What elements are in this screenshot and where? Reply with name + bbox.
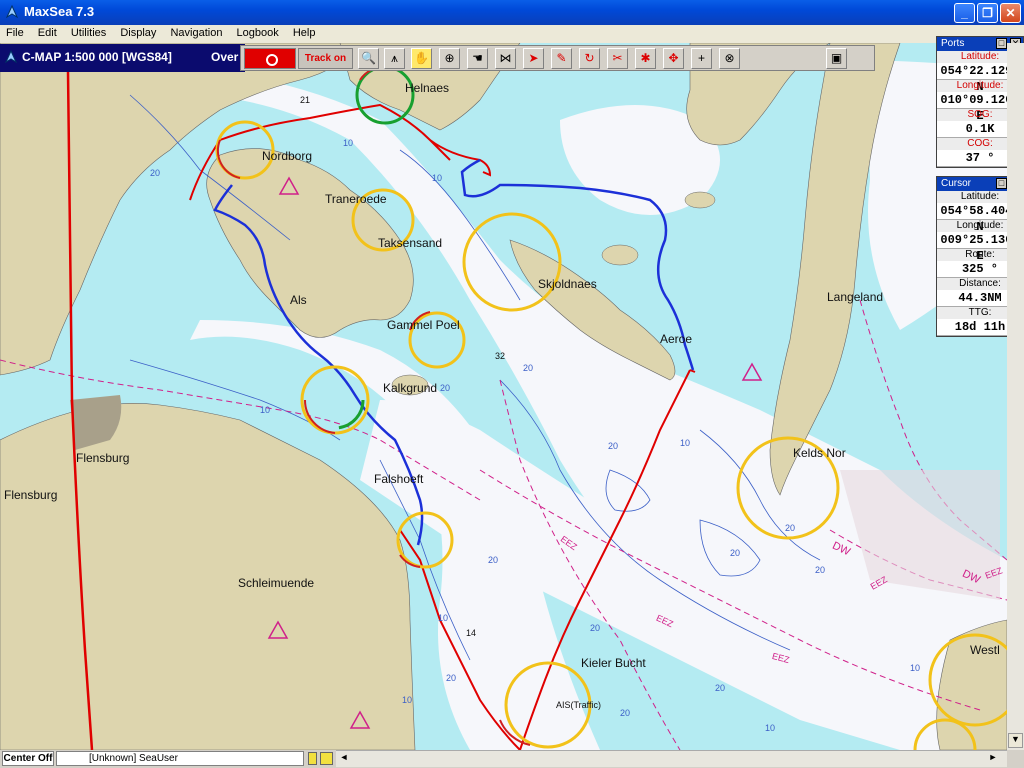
scroll-left-icon[interactable]: ◄ <box>337 752 351 766</box>
depth-sounding: 20 <box>815 565 826 575</box>
place-label: Skjoldnaes <box>538 277 597 291</box>
horizontal-scrollbar[interactable]: ◄ ► <box>336 750 1007 767</box>
depth-sounding: 10 <box>343 138 354 148</box>
pan-hand-icon[interactable]: ✋ <box>411 48 432 69</box>
menu-display[interactable]: Display <box>114 25 161 39</box>
scroll-down-icon[interactable]: ▼ <box>1008 733 1023 748</box>
mark-icon[interactable]: ✱ <box>635 48 656 69</box>
title-bar: MaxSea 7.3 _ ❐ ✕ <box>0 0 1024 25</box>
maxsea-app-icon <box>5 5 19 19</box>
place-label: Falshoeft <box>374 472 424 486</box>
plus-icon[interactable]: + <box>691 48 712 69</box>
menu-edit[interactable]: Edit <box>32 25 62 39</box>
menu-help[interactable]: Help <box>287 25 321 39</box>
depth-sounding: 10 <box>910 663 921 673</box>
chart-scale-label: C-MAP 1:500 000 [WGS84] <box>22 50 172 64</box>
pointer-icon[interactable]: ➤ <box>523 48 544 69</box>
chart-canvas[interactable] <box>0 43 1007 750</box>
menu-bar: File Edit Utilities Display Navigation L… <box>0 25 1024 43</box>
depth-sounding: 20 <box>730 548 741 558</box>
depth-sounding: 20 <box>150 168 161 178</box>
scroll-right-icon[interactable]: ► <box>986 752 1000 766</box>
place-label: Langeland <box>827 290 884 304</box>
place-label: Traneroede <box>325 192 387 206</box>
depth-sounding: 20 <box>446 673 457 683</box>
land-islet <box>684 191 716 209</box>
compass-icon[interactable]: ⩚ <box>384 48 405 69</box>
place-label: Schleimuende <box>238 576 315 590</box>
route-icon[interactable]: ⋈ <box>495 48 516 69</box>
target-icon[interactable]: ⊗ <box>719 48 740 69</box>
window-layout-icon[interactable]: ▣ <box>826 48 847 69</box>
center-off-button[interactable]: Center Off <box>2 751 54 766</box>
pencil-icon[interactable]: ✎ <box>551 48 572 69</box>
overlay-label: Over <box>211 50 239 64</box>
ais-target-label[interactable]: AIS(Traffic) <box>556 700 601 710</box>
depth-sounding: 10 <box>438 613 449 623</box>
panel-maximize-icon[interactable]: □ <box>996 38 1007 49</box>
minimize-button[interactable]: _ <box>954 3 975 23</box>
crosshair-icon[interactable]: ⊕ <box>439 48 460 69</box>
land-islet <box>601 244 639 266</box>
depth-sounding: 20 <box>715 683 726 693</box>
depth-sounding: 32 <box>495 351 506 361</box>
depth-sounding: 20 <box>785 523 796 533</box>
status-indicator-icon <box>308 752 317 765</box>
depth-sounding: 14 <box>466 628 477 638</box>
main-toolbar: Track on 🔍 ⩚ ✋ ⊕ ☚ ⋈ ➤ ✎ ↻ ✂ ✱ ✥ + ⊗ ▣ <box>240 45 875 71</box>
land-schleswig <box>0 403 416 750</box>
place-label: Flensburg <box>76 451 130 465</box>
depth-sounding: 10 <box>680 438 691 448</box>
hand-icon[interactable]: ☚ <box>467 48 488 69</box>
depth-sounding: 20 <box>608 441 619 451</box>
status-bar: Center Off [Unknown] SeaUser <box>0 750 336 768</box>
record-button[interactable] <box>244 48 296 69</box>
menu-navigation[interactable]: Navigation <box>164 25 227 39</box>
track-on-button[interactable]: Track on <box>298 48 353 69</box>
place-label: Westl <box>970 643 1000 657</box>
menu-utilities[interactable]: Utilities <box>65 25 111 39</box>
window-title: MaxSea 7.3 <box>24 4 95 19</box>
rotate-icon[interactable]: ↻ <box>579 48 600 69</box>
place-label: Als <box>290 293 307 307</box>
close-button[interactable]: ✕ <box>1000 3 1021 23</box>
depth-sounding: 10 <box>432 173 443 183</box>
cmap-icon <box>4 50 18 64</box>
vertical-scrollbar[interactable]: ▼ <box>1007 43 1024 750</box>
depth-sounding: 20 <box>620 708 631 718</box>
place-label: Taksensand <box>378 236 443 250</box>
depth-sounding: 20 <box>440 383 451 393</box>
panel-title: Ports <box>941 38 965 49</box>
place-label: Flensburg <box>4 488 58 502</box>
depth-sounding: 10 <box>402 695 413 705</box>
place-label: Aeroe <box>660 332 693 346</box>
scissors-icon[interactable]: ✂ <box>607 48 628 69</box>
chart-info-bar: C-MAP 1:500 000 [WGS84] Over <box>0 44 245 72</box>
move-icon[interactable]: ✥ <box>663 48 684 69</box>
place-label: Nordborg <box>262 149 313 163</box>
panel-title: Cursor <box>941 178 972 189</box>
panel-maximize-icon[interactable]: □ <box>996 178 1007 189</box>
depth-sounding: 10 <box>765 723 776 733</box>
depth-sounding: 21 <box>300 95 311 105</box>
depth-sounding: 20 <box>590 623 601 633</box>
nautical-chart[interactable]: Helnaes Nordborg Traneroede Taksensand A… <box>0 43 1007 750</box>
depth-sounding: 20 <box>523 363 534 373</box>
place-label: Kalkgrund <box>383 381 438 395</box>
menu-logbook[interactable]: Logbook <box>231 25 284 39</box>
user-status: [Unknown] SeaUser <box>56 751 304 766</box>
depth-sounding: 10 <box>260 405 271 415</box>
status-indicator-icon <box>320 752 333 765</box>
menu-file[interactable]: File <box>0 25 29 39</box>
place-label: Kieler Bucht <box>581 656 646 670</box>
place-label: Kelds Nor <box>793 446 846 460</box>
depth-sounding: 20 <box>488 555 499 565</box>
place-label: Helnaes <box>405 81 450 95</box>
restore-button[interactable]: ❐ <box>977 3 998 23</box>
zoom-icon[interactable]: 🔍 <box>358 48 379 69</box>
place-label: Gammel Poel <box>387 318 460 332</box>
